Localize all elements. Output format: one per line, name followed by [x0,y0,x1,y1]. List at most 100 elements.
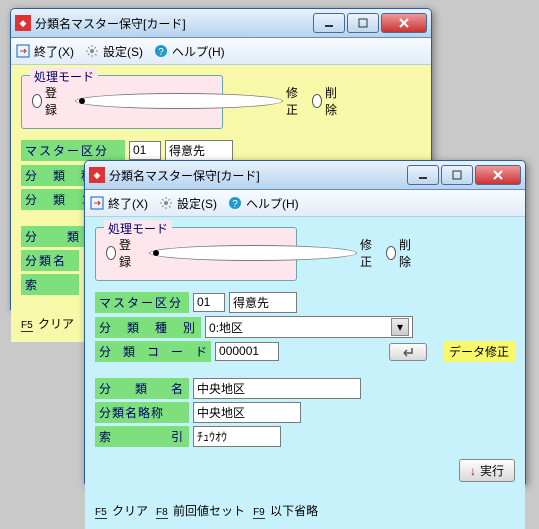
gear-icon [158,195,174,211]
svg-text:?: ? [158,47,164,58]
exit-icon [15,43,31,59]
menu-exit-label: 終了(X) [108,195,148,212]
radio-dot [106,246,116,260]
execute-button[interactable]: ↓実行 [459,459,515,482]
status-label: データ修正 [443,341,515,362]
f8-prev[interactable]: F8 前回値セット [156,502,245,519]
master-code-field[interactable]: 01 [193,293,225,312]
menubar: 終了(X) 設定(S) ? ヘルプ(H) [11,38,431,65]
radio-delete[interactable]: 削除 [386,236,415,270]
menu-exit[interactable]: 終了(X) [15,43,74,60]
group-legend: 処理モード [104,220,172,237]
master-code-field[interactable]: 01 [129,141,161,160]
menu-config[interactable]: 設定(S) [84,43,143,60]
select-value: 0:地区 [209,319,243,336]
help-icon: ? [153,43,169,59]
radio-register[interactable]: 登録 [106,236,135,270]
label-classname: 分類名 [21,250,79,271]
fkey-label: F9 [253,507,265,519]
label-class: 分 類 [21,226,85,247]
class-type-select[interactable]: 0:地区 ▾ [205,316,413,338]
window-title: 分類名マスター保守[カード] [35,15,311,32]
fkey-label: F5 [21,320,33,332]
close-button[interactable] [381,13,427,33]
client-area: 処理モード 登録 修正 削除 マスター区分01得意先 分 類 種 別0:地区▾ … [85,217,525,529]
fkey-label: F5 [95,507,107,519]
menu-exit-label: 終了(X) [34,43,74,60]
process-mode-group: 処理モード 登録 修正 削除 [21,75,223,129]
exit-icon [89,195,105,211]
class-code-field[interactable]: 000001 [215,342,279,361]
radio-label: 修正 [286,84,298,118]
row-class-type: 分 類 種 別 0:地区 ▾ [95,316,515,338]
radio-modify[interactable]: 修正 [75,84,298,118]
enter-icon [400,346,416,358]
function-key-bar: F5 クリア F8 前回値セット F9 以下省略 [95,496,515,519]
minimize-button[interactable] [407,165,439,185]
label-class-code: 分 類 コ ー ド [95,341,211,362]
class-name-field[interactable]: 中央地区 [193,378,361,399]
radio-modify[interactable]: 修正 [149,236,372,270]
radio-register[interactable]: 登録 [32,84,61,118]
f9-omit[interactable]: F9 以下省略 [253,502,318,519]
f5-clear[interactable]: F5 クリア [21,315,74,332]
window-title: 分類名マスター保守[カード] [109,167,405,184]
chevron-down-icon[interactable]: ▾ [391,318,409,336]
class-abbr-field[interactable]: 中央地区 [193,402,301,423]
radio-dot [75,93,283,109]
menu-help-label: ヘルプ(H) [172,43,225,60]
master-name-field: 得意先 [165,140,233,161]
maximize-button[interactable] [441,165,473,185]
label-master-division: マスター区分 [21,140,125,161]
row-master-division: マスター区分01得意先 [21,140,421,161]
menu-config-label: 設定(S) [103,43,143,60]
row-class-name: 分 類 名中央地区 [95,378,515,399]
titlebar[interactable]: ◆ 分類名マスター保守[カード] [11,9,431,38]
titlebar[interactable]: ◆ 分類名マスター保守[カード] [85,161,525,190]
label-class-type: 分 類 種 別 [95,317,201,338]
radio-label: 修正 [360,236,372,270]
row-class-abbr: 分類名略称中央地区 [95,402,515,423]
radio-dot [32,94,42,108]
radio-label: 削除 [325,84,341,118]
group-legend: 処理モード [30,68,98,85]
menu-help[interactable]: ?ヘルプ(H) [227,195,299,212]
menu-exit[interactable]: 終了(X) [89,195,148,212]
menu-help-label: ヘルプ(H) [246,195,299,212]
minimize-button[interactable] [313,13,345,33]
window-master-maintenance-2: ◆ 分類名マスター保守[カード] 終了(X) 設定(S) ?ヘルプ(H) 処理モ… [84,160,526,484]
menu-config[interactable]: 設定(S) [158,195,217,212]
label-class-name: 分 類 名 [95,378,189,399]
help-icon: ? [227,195,243,211]
radio-dot [312,94,322,108]
master-name-field: 得意先 [229,292,297,313]
enter-button[interactable] [389,343,427,361]
radio-label: 削除 [399,236,415,270]
fkey-text: 前回値セット [173,504,245,518]
radio-dot [386,246,396,260]
process-mode-group: 処理モード 登録 修正 削除 [95,227,297,281]
label-master-division: マスター区分 [95,292,189,313]
label-index: 索 引 [95,426,189,447]
menu-config-label: 設定(S) [177,195,217,212]
f5-clear[interactable]: F5 クリア [95,502,148,519]
fkey-text: クリア [112,504,148,518]
row-master-division: マスター区分01得意先 [95,292,515,313]
radio-label: 登録 [45,84,61,118]
fkey-text: クリア [38,317,74,331]
down-arrow-icon: ↓ [470,464,476,478]
radio-delete[interactable]: 削除 [312,84,341,118]
maximize-button[interactable] [347,13,379,33]
close-button[interactable] [475,165,521,185]
label-index-partial: 索 [21,274,79,295]
index-field[interactable]: ﾁｭｳｵｳ [193,426,281,447]
row-index: 索 引ﾁｭｳｵｳ [95,426,515,447]
radio-label: 登録 [119,236,135,270]
menu-help[interactable]: ? ヘルプ(H) [153,43,225,60]
fkey-label: F8 [156,507,168,519]
app-icon: ◆ [89,167,105,183]
app-icon: ◆ [15,15,31,31]
radio-dot [149,245,357,261]
menubar: 終了(X) 設定(S) ?ヘルプ(H) [85,190,525,217]
fkey-text: 以下省略 [270,504,318,518]
